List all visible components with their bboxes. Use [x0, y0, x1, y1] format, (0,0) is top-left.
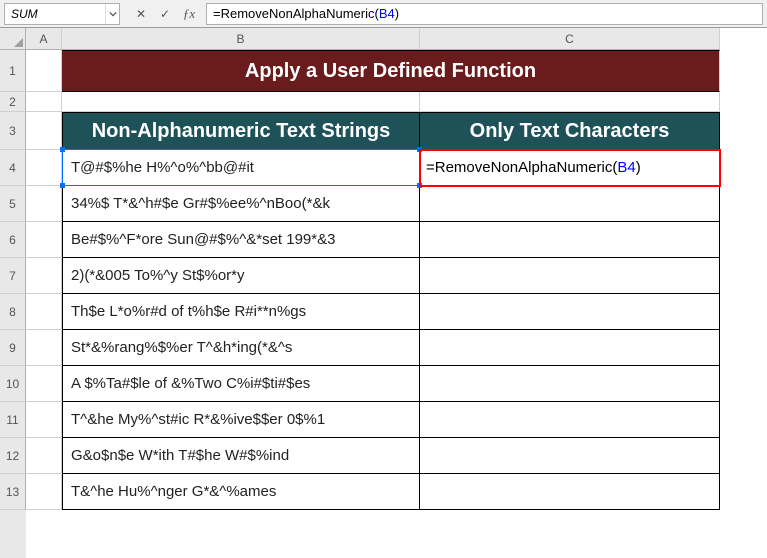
cell[interactable] — [26, 112, 62, 150]
name-box-wrap — [4, 3, 120, 25]
cell[interactable] — [26, 402, 62, 438]
cell[interactable] — [420, 92, 720, 112]
row-header[interactable]: 3 — [0, 112, 26, 150]
cell[interactable] — [420, 258, 720, 294]
table-row — [26, 92, 767, 112]
table-row: Be#$%^F*ore Sun@#$%^&*set 199*&3 — [26, 222, 767, 258]
table-row: T^&he My%^st#ic R*&%ive$$er 0$%1 — [26, 402, 767, 438]
chevron-down-icon — [109, 10, 117, 18]
table-row: T&^he Hu%^nger G*&^%ames — [26, 474, 767, 510]
row-header[interactable]: 9 — [0, 330, 26, 366]
cell[interactable] — [26, 258, 62, 294]
cell[interactable]: St*&%rang%$%er T^&h*ing(*&^s — [62, 330, 420, 366]
formula-ref: B4 — [379, 6, 395, 21]
table-row: St*&%rang%$%er T^&h*ing(*&^s — [26, 330, 767, 366]
cell-text: T@#$%he H%^o%^bb@#it — [71, 159, 254, 176]
row-header[interactable]: 12 — [0, 438, 26, 474]
cell-c4-active[interactable]: =RemoveNonAlphaNumeric(B4) — [420, 150, 720, 186]
formula-bar: ✕ ✓ ƒx =RemoveNonAlphaNumeric(B4) — [0, 0, 767, 28]
cell[interactable]: A $%Ta#$le of &%Two C%i#$ti#$es — [62, 366, 420, 402]
cell[interactable] — [26, 222, 62, 258]
row-header[interactable]: 2 — [0, 92, 26, 112]
header-b[interactable]: Non-Alphanumeric Text Strings — [62, 112, 420, 150]
cell[interactable] — [420, 330, 720, 366]
name-box[interactable] — [5, 5, 105, 23]
row-header[interactable]: 7 — [0, 258, 26, 294]
cell[interactable] — [420, 294, 720, 330]
cell[interactable]: 2)(*&005 To%^y St$%or*y — [62, 258, 420, 294]
cell[interactable] — [62, 92, 420, 112]
formula-suffix: ) — [395, 6, 399, 21]
table-row: G&o$n$e W*ith T#$he W#$%ind — [26, 438, 767, 474]
cell[interactable] — [26, 150, 62, 186]
table-row: 34%$ T*&^h#$e Gr#$%ee%^nBoo(*&k — [26, 186, 767, 222]
row-header[interactable]: 8 — [0, 294, 26, 330]
cell[interactable] — [420, 438, 720, 474]
name-box-dropdown[interactable] — [105, 4, 119, 24]
row-header[interactable]: 6 — [0, 222, 26, 258]
confirm-icon[interactable]: ✓ — [156, 5, 174, 23]
table-row: Non-Alphanumeric Text Strings Only Text … — [26, 112, 767, 150]
row-header[interactable]: 4 — [0, 150, 26, 186]
cell[interactable] — [26, 92, 62, 112]
cell[interactable] — [26, 330, 62, 366]
cancel-icon[interactable]: ✕ — [132, 5, 150, 23]
cell[interactable] — [420, 366, 720, 402]
table-row: 2)(*&005 To%^y St$%or*y — [26, 258, 767, 294]
row-header[interactable]: 11 — [0, 402, 26, 438]
cell[interactable] — [420, 186, 720, 222]
cell[interactable]: G&o$n$e W*ith T#$he W#$%ind — [62, 438, 420, 474]
formula-prefix: =RemoveNonAlphaNumeric( — [426, 159, 617, 176]
cells-area: Apply a User Defined Function Non-Alphan… — [26, 50, 767, 510]
table-row: T@#$%he H%^o%^bb@#it =RemoveNonAlphaNume… — [26, 150, 767, 186]
fx-icon[interactable]: ƒx — [180, 5, 198, 23]
row-header[interactable]: 1 — [0, 50, 26, 92]
table-row: A $%Ta#$le of &%Two C%i#$ti#$es — [26, 366, 767, 402]
row-header[interactable]: 10 — [0, 366, 26, 402]
cell[interactable]: T^&he My%^st#ic R*&%ive$$er 0$%1 — [62, 402, 420, 438]
cell[interactable]: T&^he Hu%^nger G*&^%ames — [62, 474, 420, 510]
cell[interactable] — [420, 222, 720, 258]
col-header-a[interactable]: A — [26, 28, 62, 50]
title-banner[interactable]: Apply a User Defined Function — [62, 50, 720, 92]
col-header-c[interactable]: C — [420, 28, 720, 50]
cell-b4[interactable]: T@#$%he H%^o%^bb@#it — [62, 150, 420, 186]
cell[interactable]: 34%$ T*&^h#$e Gr#$%ee%^nBoo(*&k — [62, 186, 420, 222]
cell[interactable] — [26, 186, 62, 222]
header-c[interactable]: Only Text Characters — [420, 112, 720, 150]
cell[interactable] — [26, 50, 62, 92]
formula-input[interactable]: =RemoveNonAlphaNumeric(B4) — [206, 3, 763, 25]
row-headers: 1 2 3 4 5 6 7 8 9 10 11 12 13 — [0, 28, 26, 558]
formula-ref: B4 — [617, 159, 635, 176]
cell[interactable] — [26, 438, 62, 474]
cell[interactable]: Th$e L*o%r#d of t%h$e R#i**n%gs — [62, 294, 420, 330]
cell[interactable] — [420, 402, 720, 438]
formula-prefix: =RemoveNonAlphaNumeric( — [213, 6, 379, 21]
cell[interactable] — [26, 294, 62, 330]
select-all-corner[interactable] — [0, 28, 26, 50]
cell[interactable]: Be#$%^F*ore Sun@#$%^&*set 199*&3 — [62, 222, 420, 258]
col-header-b[interactable]: B — [62, 28, 420, 50]
formula-bar-icons: ✕ ✓ ƒx — [124, 5, 206, 23]
columns-area: A B C Apply a User Defined Function Non-… — [26, 28, 767, 558]
cell[interactable] — [26, 474, 62, 510]
column-headers: A B C — [26, 28, 767, 50]
table-row: Th$e L*o%r#d of t%h$e R#i**n%gs — [26, 294, 767, 330]
table-row: Apply a User Defined Function — [26, 50, 767, 92]
cell[interactable] — [420, 474, 720, 510]
row-header[interactable]: 5 — [0, 186, 26, 222]
formula-suffix: ) — [636, 159, 641, 176]
spreadsheet-grid: 1 2 3 4 5 6 7 8 9 10 11 12 13 A B C Appl… — [0, 28, 767, 558]
row-header[interactable]: 13 — [0, 474, 26, 510]
cell[interactable] — [26, 366, 62, 402]
